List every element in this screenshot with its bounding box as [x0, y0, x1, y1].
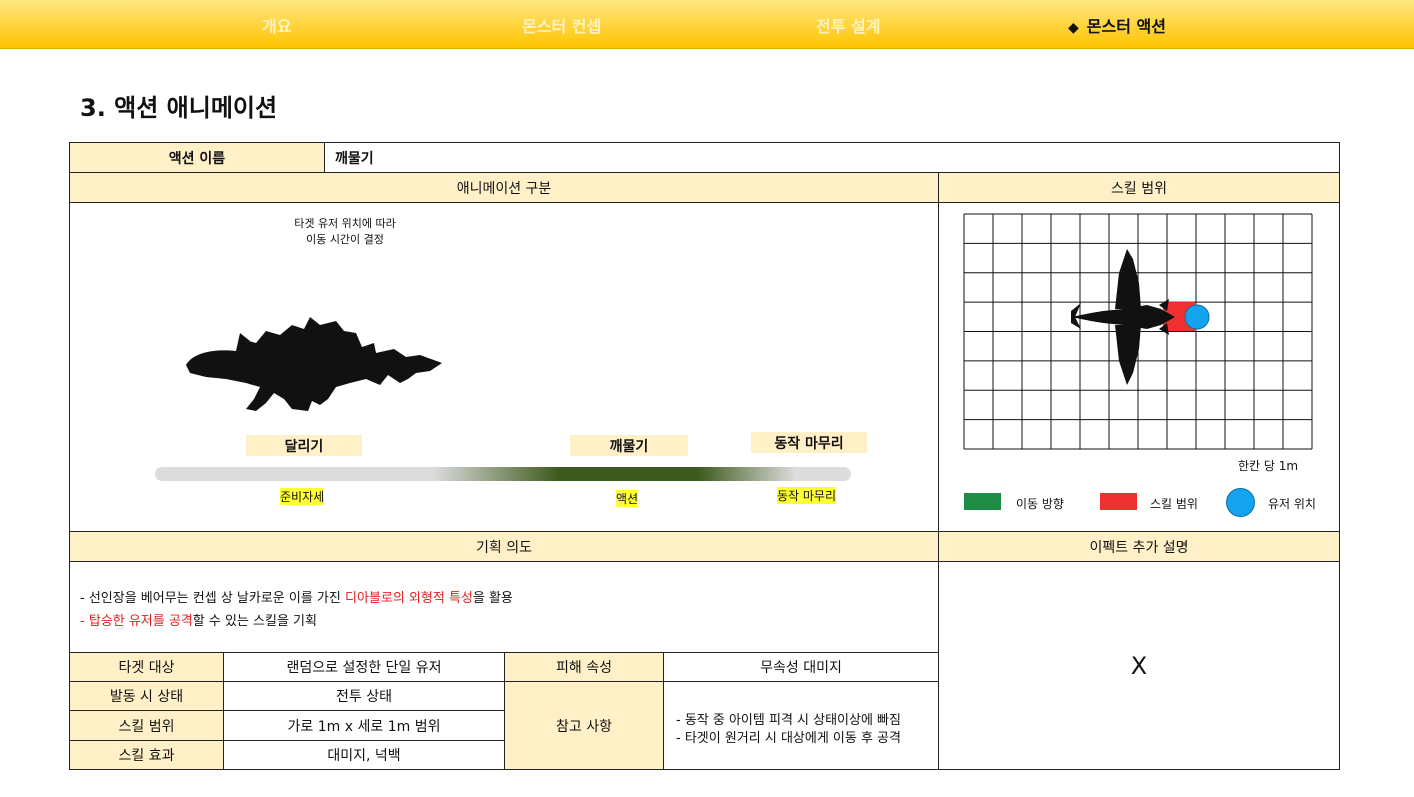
- timeline-bar: [155, 467, 851, 481]
- tab-monster-action-label: 몬스터 액션: [1086, 17, 1166, 36]
- intent-line-1-post: 을 활용: [472, 591, 513, 606]
- monster-topview-icon: [1071, 249, 1175, 385]
- reference-line-2: - 타겟이 원거리 시 대상에게 이동 후 공격: [676, 731, 901, 746]
- effect-value: X: [938, 561, 1340, 770]
- damage-type-value: 무속성 대미지: [663, 652, 939, 682]
- intent-line-2-highlight: 탑승한 유저를 공격: [88, 614, 193, 629]
- legend-move-swatch: [964, 493, 1001, 510]
- page-title: 3. 액션 애니메이션: [80, 94, 278, 122]
- phase-bite-label: 깨물기: [570, 435, 688, 456]
- movement-note-line1: 타겟 유저 위치에 따라: [294, 217, 396, 230]
- range-label: 스킬 범위: [69, 710, 224, 741]
- timeline-label-ready: 준비자세: [280, 488, 325, 505]
- reference-value: - 동작 중 아이템 피격 시 상태이상에 빠짐 - 타겟이 원거리 시 대상에…: [663, 681, 939, 770]
- legend-user-swatch: [1226, 488, 1255, 517]
- reference-label: 참고 사항: [504, 681, 664, 770]
- tab-monster-concept[interactable]: 몬스터 컨셉: [522, 13, 601, 37]
- intent-line-2-dash: -: [80, 614, 89, 629]
- monster-silhouette-icon: [186, 317, 442, 411]
- range-value: 가로 1m x 세로 1m 범위: [223, 710, 505, 741]
- intent-header: 기획 의도: [69, 531, 939, 562]
- target-value: 랜덤으로 설정한 단일 유저: [223, 652, 505, 682]
- user-position-marker: [1184, 304, 1210, 330]
- animation-panel: 타겟 유저 위치에 따라 이동 시간이 결정 달리기 깨물기 동작 마무리 준비…: [69, 202, 939, 532]
- legend-move-label: 이동 방향: [1016, 497, 1064, 511]
- legend-range-swatch: [1100, 493, 1137, 510]
- active-diamond-icon: ◆: [1068, 20, 1079, 36]
- intent-line-1: - 선인장을 베어무는 컨셉 상 날카로운 이를 가진 디아블로의 외형적 특성…: [80, 587, 513, 606]
- damage-type-label: 피해 속성: [504, 652, 664, 682]
- intent-line-1-highlight: 디아블로의 외형적 특성: [345, 591, 473, 606]
- skill-range-header: 스킬 범위: [938, 172, 1340, 203]
- effect-spec-label: 스킬 효과: [69, 740, 224, 770]
- action-name-label: 액션 이름: [69, 142, 325, 173]
- grid-scale-note: 한칸 당 1m: [1238, 459, 1299, 473]
- range-grid: [963, 213, 1313, 450]
- effect-spec-value: 대미지, 넉백: [223, 740, 505, 770]
- timeline-label-action: 액션: [616, 490, 639, 507]
- tab-overview[interactable]: 개요: [262, 13, 291, 37]
- movement-note-line2: 이동 시간이 결정: [306, 233, 384, 246]
- legend-range-label: 스킬 범위: [1150, 497, 1198, 511]
- phase-finish-label: 동작 마무리: [751, 432, 867, 453]
- intent-line-1-pre: - 선인장을 베어무는 컨셉 상 날카로운 이를 가진: [80, 591, 345, 606]
- state-value: 전투 상태: [223, 681, 505, 711]
- timeline-label-finish: 동작 마무리: [777, 487, 837, 504]
- intent-line-2-post: 할 수 있는 스킬을 기획: [192, 614, 317, 629]
- movement-note: 타겟 유저 위치에 따라 이동 시간이 결정: [240, 216, 450, 248]
- phase-run-label: 달리기: [246, 435, 362, 456]
- intent-panel: - 선인장을 베어무는 컨셉 상 날카로운 이를 가진 디아블로의 외형적 특성…: [69, 561, 939, 653]
- target-label: 타겟 대상: [69, 652, 224, 682]
- tab-combat-design[interactable]: 전투 설계: [816, 13, 880, 37]
- intent-line-2: - 탑승한 유저를 공격할 수 있는 스킬을 기획: [80, 610, 317, 629]
- reference-line-1: - 동작 중 아이템 피격 시 상태이상에 빠짐: [676, 713, 901, 728]
- top-nav-bar: 개요 몬스터 컨셉 전투 설계 ◆ 몬스터 액션: [0, 0, 1414, 49]
- effect-header: 이펙트 추가 설명: [938, 531, 1340, 562]
- animation-header: 애니메이션 구분: [69, 172, 939, 203]
- skill-range-panel: 한칸 당 1m 이동 방향 스킬 범위 유저 위치: [938, 202, 1340, 532]
- action-name-value: 깨물기: [324, 142, 1340, 173]
- legend-user-label: 유저 위치: [1268, 497, 1316, 511]
- state-label: 발동 시 상태: [69, 681, 224, 711]
- tab-monster-action[interactable]: ◆ 몬스터 액션: [1068, 13, 1166, 37]
